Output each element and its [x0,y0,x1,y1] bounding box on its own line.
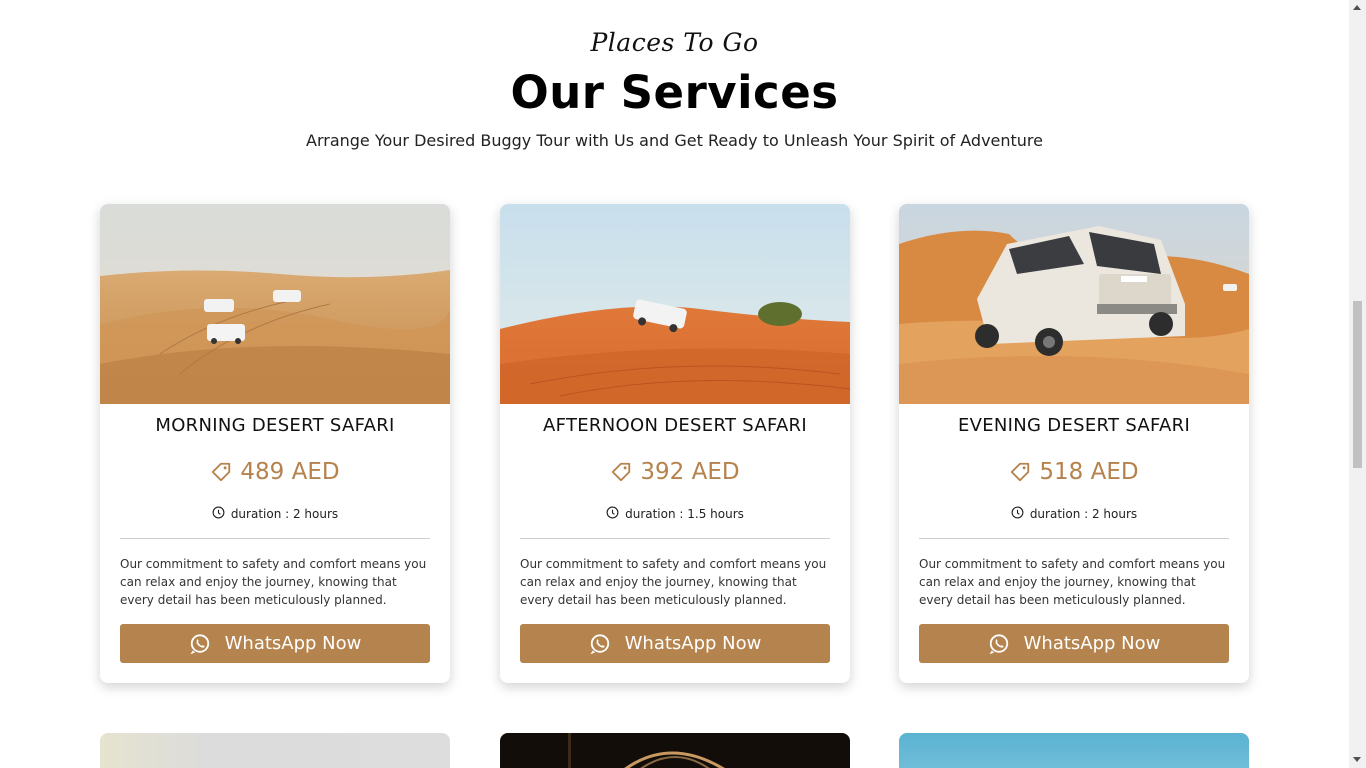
price-tag-icon [210,461,232,483]
service-card-evening: EVENING DESERT SAFARI 518 AED duration :… [899,204,1249,683]
price-value: 489 AED [240,459,340,485]
services-page: Places To Go Our Services Arrange Your D… [0,0,1349,768]
price-tag-icon [610,461,632,483]
page-scrollbar[interactable] [1349,0,1366,768]
card-duration: duration : 2 hours [899,506,1249,522]
card-title: EVENING DESERT SAFARI [957,415,1191,436]
duration-text: duration : 1.5 hours [625,507,744,521]
card-divider [919,538,1229,539]
morning-safari-image [100,204,450,404]
card-duration: duration : 2 hours [100,506,450,522]
whatsapp-button-label: WhatsApp Now [224,633,362,654]
duration-text: duration : 2 hours [230,507,339,521]
card-description: Our commitment to safety and comfort mea… [120,557,427,607]
section-script-title: Places To Go [590,28,759,57]
card-price: 392 AED [500,459,850,485]
card-price: 518 AED [899,459,1249,485]
clock-icon [606,506,619,522]
card-divider [120,538,430,539]
card-duration: duration : 1.5 hours [500,506,850,522]
card-description: Our commitment to safety and comfort mea… [520,557,827,607]
afternoon-safari-image [500,204,850,404]
price-value: 518 AED [1039,459,1139,485]
duration-text: duration : 2 hours [1029,507,1138,521]
card-title: MORNING DESERT SAFARI [155,415,395,436]
whatsapp-now-button[interactable]: WhatsApp Now [919,624,1229,663]
card-title: AFTERNOON DESERT SAFARI [543,415,807,436]
card-description: Our commitment to safety and comfort mea… [919,557,1226,607]
scrollbar-thumb[interactable] [1353,301,1362,468]
scroll-down-arrow-icon[interactable] [1353,757,1361,762]
card-divider [520,538,830,539]
price-value: 392 AED [640,459,740,485]
page-title: Our Services [510,66,839,119]
whatsapp-icon [988,633,1010,655]
clock-icon [212,506,225,522]
whatsapp-now-button[interactable]: WhatsApp Now [520,624,830,663]
price-tag-icon [1009,461,1031,483]
service-card-next-1-image [100,733,450,768]
service-card-next-2-image [500,733,850,768]
service-card-next-3-image [899,733,1249,768]
clock-icon [1011,506,1024,522]
whatsapp-icon [189,633,211,655]
whatsapp-button-label: WhatsApp Now [624,633,762,654]
service-card-afternoon: AFTERNOON DESERT SAFARI 392 AED duration… [500,204,850,683]
whatsapp-now-button[interactable]: WhatsApp Now [120,624,430,663]
evening-safari-image [899,204,1249,404]
scroll-up-arrow-icon[interactable] [1353,5,1361,10]
card-price: 489 AED [100,459,450,485]
whatsapp-button-label: WhatsApp Now [1023,633,1161,654]
service-card-morning: MORNING DESERT SAFARI 489 AED duration :… [100,204,450,683]
section-subtitle: Arrange Your Desired Buggy Tour with Us … [306,131,1043,150]
whatsapp-icon [589,633,611,655]
